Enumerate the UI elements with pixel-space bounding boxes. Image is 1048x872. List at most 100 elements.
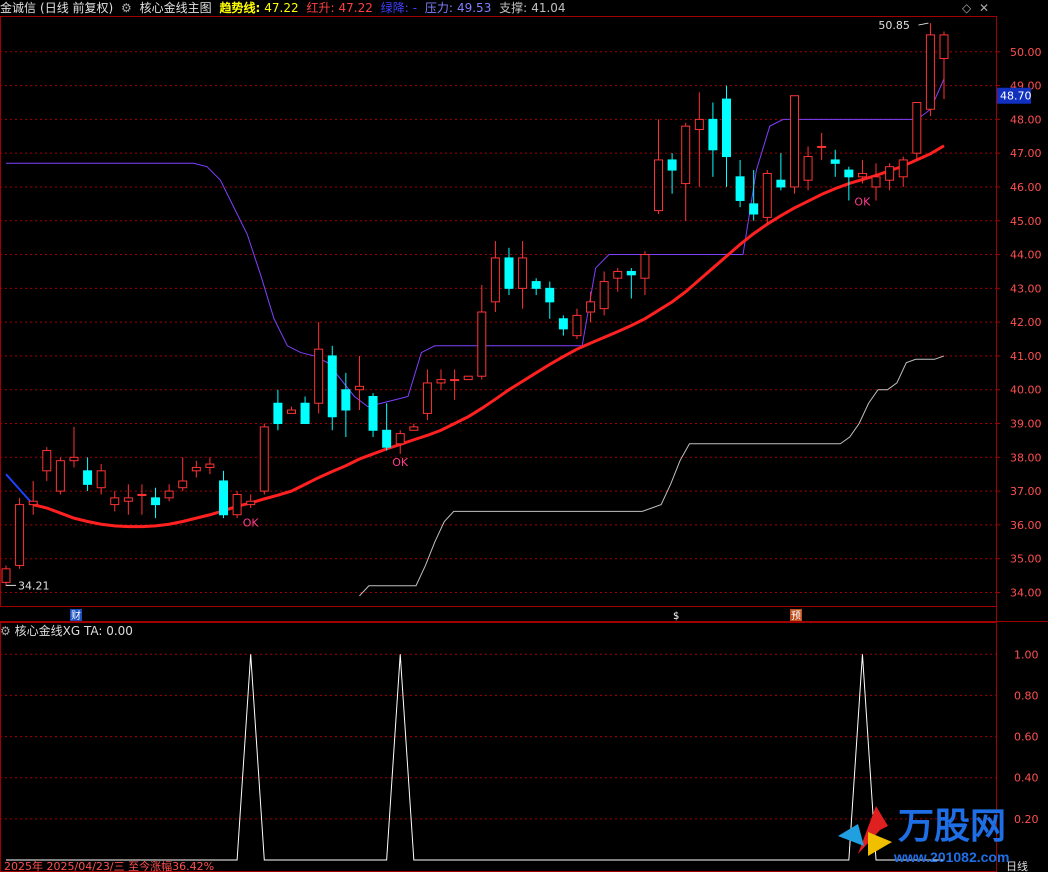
green-label: 绿降: [380,1,409,15]
candle-body [273,402,283,425]
candle-body [789,95,799,188]
candle-body [871,176,881,188]
candle-body [354,385,364,391]
candle-body [178,480,188,489]
y-tick-label: 46.00 [1010,181,1042,194]
candle-body [219,480,229,516]
candle-body [151,497,161,506]
diamond-icon[interactable]: ◇ [962,1,971,15]
candle-body [749,203,759,215]
candle-body [314,348,324,404]
candle-body [531,281,541,289]
indicator-header: ⚙ 核心金线XG TA: 0.00 [0,623,133,639]
pressure-value: 49.53 [456,1,492,15]
candle-body [436,379,446,384]
candle-body [450,379,460,382]
event-dollar: $ [673,611,679,622]
candle-body [368,395,378,431]
indicator-name: 核心金线主图 [139,1,212,15]
pressure-line [6,78,945,408]
candle-body [817,145,827,148]
candle-body [708,118,718,151]
candle-body [382,429,392,448]
y-tick-label: 42.00 [1010,316,1042,329]
current-price-label: 48.70 [1000,90,1032,103]
candle-body [422,382,432,414]
main-frame [0,16,997,607]
candle-body [96,470,106,489]
candle-body [667,159,677,171]
candle-body [327,355,337,418]
candle-body [341,389,351,411]
ok-label: OK [392,456,409,469]
high-arrow [918,22,929,26]
y-tick-label: 43.00 [1010,282,1042,295]
y-tick-label: 40.00 [1010,384,1042,397]
candle-body [490,257,500,303]
y-tick-label: 39.00 [1010,418,1042,431]
candle-body [721,98,731,158]
footer-date: 2025年 2025/04/23/三 至今涨幅36.42% [4,861,215,872]
watermark-logo: 万股网 www.201082.com [838,805,1009,865]
candle-body [572,314,582,337]
candle-body [286,409,296,414]
main-chart[interactable]: 34.00 35.00 36.00 37.00 38.00 39.00 40.00 41.00… [0,0,1048,622]
close-icon[interactable]: ✕ [979,1,989,15]
candle-body [654,159,664,212]
candle-body [205,463,215,468]
main-header: 金诚信 (日线 前复权) ⚙ 核心金线主图 趋势线: 47.22 红升: 47.22 … [0,1,566,15]
candle-body [558,318,568,330]
y-tick-label: 44.00 [1010,249,1042,262]
support-label: 支撑: [499,1,528,15]
gear-icon[interactable]: ⚙ [121,1,132,15]
indicator-tick-label: 0.60 [1014,731,1039,744]
indicator-sub-name: 核心金线XG [14,624,81,638]
candle-body [110,497,120,506]
candle-body [123,497,133,502]
candle-body [463,375,473,381]
y-tick-label: 37.00 [1010,485,1042,498]
y-tick-label: 34.00 [1010,586,1042,599]
indicator-tick-label: 0.40 [1014,772,1039,785]
candle-body [545,287,555,303]
low-label: 34.21 [18,579,50,592]
candle-body [55,460,65,492]
support-line [359,355,945,597]
red-value: 47.22 [338,1,373,15]
candle-body [15,504,25,566]
y-tick-label: 45.00 [1010,215,1042,228]
candle-body [898,159,908,178]
candle-body [844,169,854,178]
trend-label: 趋势线: [219,1,261,15]
candle-body [1,568,11,583]
pressure-label: 压力: [424,1,453,15]
y-tick-label: 48.00 [1010,113,1042,126]
candle-body [232,493,242,516]
settings-icon[interactable]: ⚙ [0,624,11,638]
candle-body [42,450,52,472]
ok-label: OK [854,196,871,209]
candle-body [477,311,487,377]
candle-body [912,101,922,154]
candle-body [613,270,623,279]
candle-body [939,34,949,60]
candle-body [885,166,895,181]
indicator-ta: TA: 0.00 [83,624,133,638]
candle-body [762,172,772,218]
y-tick-label: 38.00 [1010,451,1042,464]
candle-body [518,257,528,289]
candle-body [83,470,93,485]
candle-body [681,125,691,185]
event-yu: 预 [791,610,801,622]
candle-body [69,456,79,462]
candle-body [694,118,704,131]
candle-body [830,159,840,164]
candle-body [776,179,786,188]
candle-body [586,301,596,313]
candle-body [599,281,609,310]
candle-body [409,426,419,431]
candle-body [504,257,514,289]
high-label: 50.85 [878,19,910,32]
y-tick-label: 41.00 [1010,350,1042,363]
watermark-text: 万股网 [898,805,1006,846]
